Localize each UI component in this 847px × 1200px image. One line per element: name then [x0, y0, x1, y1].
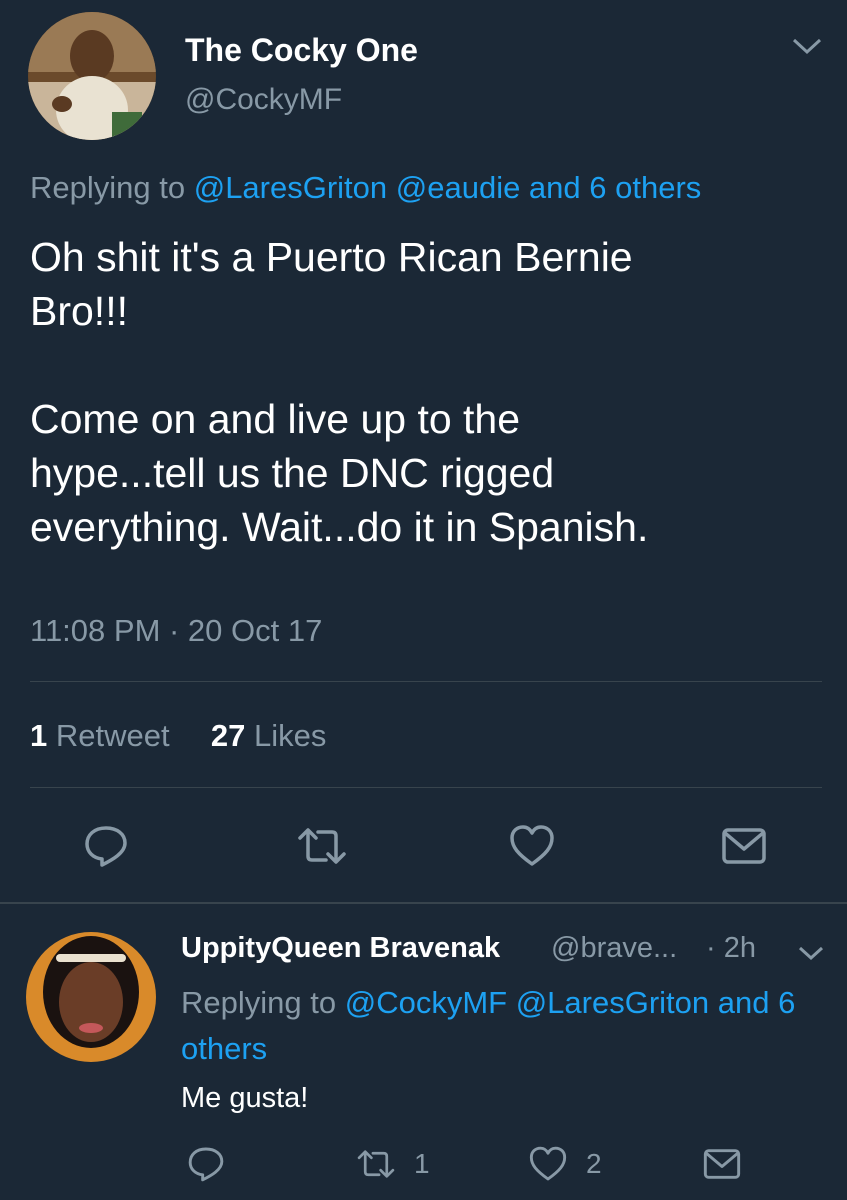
share-icon — [703, 1149, 741, 1179]
reply-avatar[interactable] — [26, 932, 156, 1062]
tweet-stats: 1 Retweet 27 Likes — [30, 716, 326, 756]
reply-user-handle[interactable]: @brave... — [551, 928, 677, 968]
share-button[interactable] — [702, 1144, 742, 1184]
replying-to-label: Replying to — [30, 170, 194, 205]
divider — [30, 681, 822, 682]
user-handle[interactable]: @CockyMF — [185, 80, 342, 120]
divider — [0, 902, 847, 904]
reply-retweet-count: 1 — [414, 1148, 430, 1179]
retweet-icon — [357, 1150, 395, 1178]
reply-icon[interactable] — [82, 822, 130, 870]
retweet-stat[interactable]: 1 Retweet — [30, 718, 170, 753]
retweet-label: Retweet — [55, 718, 170, 753]
reply-like-count: 2 — [586, 1148, 602, 1179]
reply-text: Me gusta! — [181, 1082, 309, 1114]
tweet-timestamp[interactable]: 11:08 PM · 20 Oct 17 — [30, 611, 322, 651]
chevron-down-icon[interactable] — [790, 34, 824, 58]
like-count: 27 — [210, 718, 246, 753]
like-icon — [529, 1146, 567, 1181]
divider — [30, 787, 822, 788]
retweet-count: 1 — [30, 718, 48, 753]
reply-replying-to: Replying to @CockyMF @LaresGriton and 6 … — [181, 980, 801, 1072]
tweet-text: Oh shit it's a Puerto Rican Bernie Bro!!… — [30, 234, 649, 550]
like-icon[interactable] — [508, 822, 556, 870]
reply-display-name[interactable]: UppityQueen Bravenak — [181, 928, 500, 968]
replying-to: Replying to @LaresGriton @eaudie and 6 o… — [30, 168, 701, 208]
likes-stat[interactable]: 27 Likes — [211, 718, 326, 753]
reply-timestamp[interactable]: · 2h — [706, 928, 756, 968]
replying-to-mentions[interactable]: @LaresGriton @eaudie and 6 others — [194, 170, 702, 205]
reply-icon — [188, 1147, 224, 1182]
chevron-down-icon[interactable] — [796, 943, 826, 963]
retweet-icon[interactable] — [296, 822, 346, 870]
avatar[interactable] — [28, 12, 156, 140]
like-button[interactable]: 2 — [528, 1144, 602, 1184]
display-name[interactable]: The Cocky One — [185, 30, 418, 70]
replying-to-label: Replying to — [181, 985, 345, 1020]
reply-button[interactable] — [186, 1144, 226, 1184]
likes-label: Likes — [253, 718, 327, 753]
share-icon[interactable] — [720, 822, 768, 870]
retweet-button[interactable]: 1 — [356, 1144, 430, 1184]
